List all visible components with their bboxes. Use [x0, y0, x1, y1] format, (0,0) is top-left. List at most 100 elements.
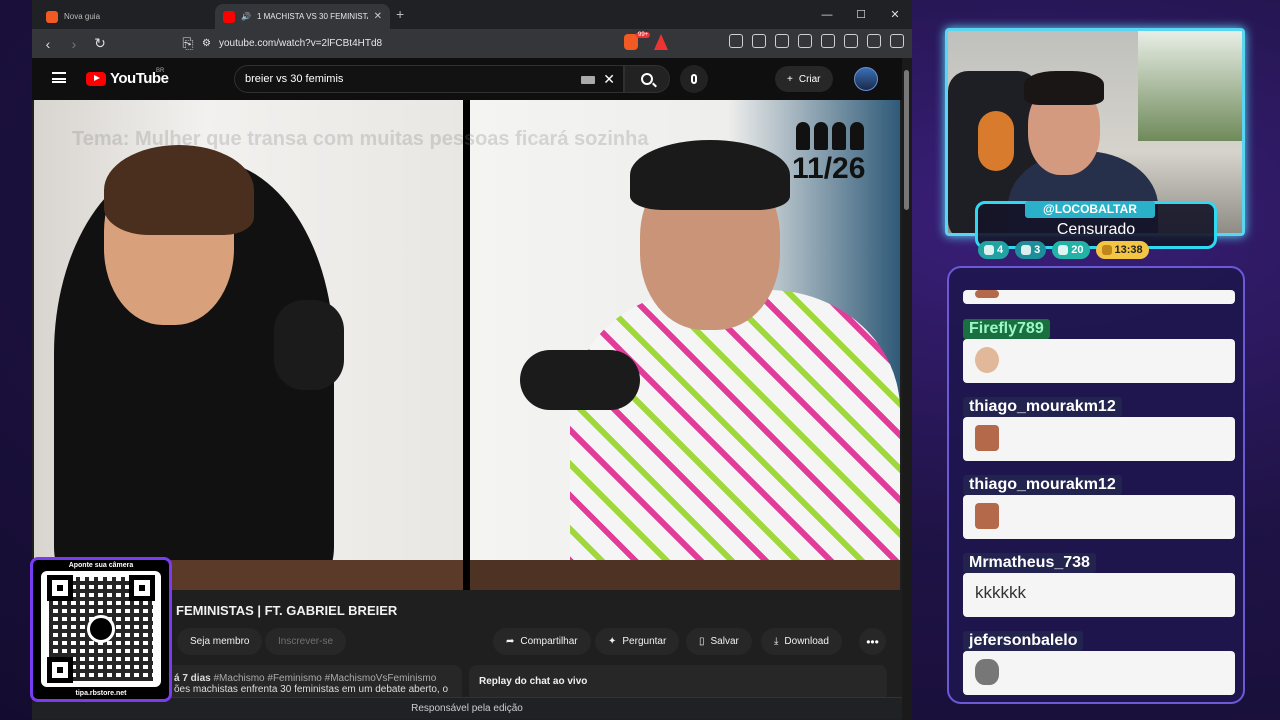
create-label: Criar [798, 73, 821, 85]
qr-finder [47, 575, 73, 601]
youtube-play-icon [86, 71, 106, 86]
chat-bubble [963, 290, 1235, 304]
save-button[interactable]: ▯ Salvar [686, 628, 752, 655]
streamer-handle: @LOCOBALTAR [1025, 201, 1155, 218]
streamer-hair [1024, 71, 1104, 105]
video-topic-overlay: Tema: Mulher que transa com muitas pesso… [72, 128, 649, 150]
sparkle-icon: ✦ [608, 636, 617, 647]
gaming-chair-accent [978, 111, 1014, 171]
speaker-left-hair [104, 145, 254, 235]
qr-finder [47, 657, 73, 683]
close-window-button[interactable]: ✕ [878, 0, 912, 29]
stream-stats: 4 3 20 13:38 [978, 241, 1149, 259]
chat-username: thiago_mourakm12 [963, 397, 1122, 417]
stat-value: 13:38 [1114, 244, 1143, 256]
share-button[interactable]: ➦ Compartilhar [493, 628, 591, 655]
video-left-panel [34, 100, 463, 590]
clear-search-icon[interactable]: ✕ [603, 71, 615, 88]
minimize-button[interactable]: — [810, 0, 844, 29]
chat-bubble [963, 339, 1235, 383]
download-icon: ⤓ [774, 636, 779, 647]
subscribe-button[interactable]: Inscrever-se [265, 628, 347, 655]
create-button[interactable]: + Criar [775, 66, 833, 92]
chat-replay-header[interactable]: Replay do chat ao vivo [469, 665, 887, 701]
qr-logo-icon [87, 615, 115, 643]
leo-ai-icon[interactable] [844, 34, 858, 48]
chat-message: jefersonbalelo [963, 631, 1235, 695]
more-icon: ••• [866, 634, 879, 649]
video-player[interactable]: Tema: Mulher que transa com muitas pesso… [34, 100, 900, 590]
stat-value: 4 [997, 244, 1004, 256]
wallet-icon[interactable] [821, 34, 835, 48]
chat-bubble: kkkkkk [963, 573, 1235, 617]
join-button[interactable]: Seja membro [177, 628, 263, 655]
chat-username: jefersonbalelo [963, 631, 1084, 651]
brave-icon [46, 10, 58, 23]
speaker-right [570, 290, 900, 590]
tab-label: 1 MACHISTA VS 30 FEMINISTAS | FT... [256, 12, 368, 21]
search-icon [641, 73, 653, 85]
url-text[interactable]: youtube.com/watch?v=2lFCBt4HTd8 [219, 38, 382, 49]
youtube-favicon-icon [223, 10, 235, 23]
sidebar-icon[interactable] [798, 34, 812, 48]
tab-new[interactable]: Nova guia [38, 4, 212, 29]
save-icon: ▯ [699, 636, 705, 647]
audio-icon[interactable]: 🔊 [241, 12, 251, 21]
extensions-icon[interactable] [729, 34, 743, 48]
chat-bubble [963, 417, 1235, 461]
account-avatar[interactable] [854, 67, 878, 91]
qr-top-label: Aponte sua câmera [68, 562, 134, 569]
download-button[interactable]: ⤓ Download [761, 628, 842, 655]
chat-icon [984, 245, 994, 255]
keyboard-icon[interactable] [581, 76, 595, 84]
search-button[interactable] [624, 65, 670, 93]
subscribe-label: Inscrever-se [278, 636, 334, 647]
chat-username: Mrmatheus_738 [963, 553, 1096, 573]
emote-icon [975, 290, 999, 298]
scrollbar-thumb[interactable] [904, 70, 909, 210]
search-value[interactable]: breier vs 30 femimis [245, 73, 343, 85]
cam-window [1138, 31, 1242, 141]
bookmark-icon[interactable]: ⎘ [180, 35, 196, 52]
hamburger-menu-icon[interactable] [52, 72, 66, 83]
podcast-microphone [274, 300, 344, 390]
qr-finder [129, 575, 155, 601]
region-label: BR [156, 68, 165, 74]
music-icon[interactable] [775, 34, 789, 48]
back-button[interactable]: ‹ [40, 36, 56, 52]
browser-toolbar: ‹ › ↻ ⎘ ⚙ youtube.com/watch?v=2lFCBt4HTd… [32, 29, 912, 58]
stat-chat: 4 [978, 241, 1010, 259]
chat-message: thiago_mourakm12 [963, 475, 1235, 539]
tab-bar: Nova guia 🔊 1 MACHISTA VS 30 FEMINISTAS … [32, 0, 912, 29]
ask-button[interactable]: ✦ Perguntar [595, 628, 680, 655]
voice-search-button[interactable] [680, 65, 708, 93]
search-input[interactable]: breier vs 30 femimis ✕ [234, 65, 624, 93]
hashtags[interactable]: #Machismo #Feminismo #MachismoVsFeminism… [213, 673, 436, 684]
maximize-button[interactable]: ☐ [844, 0, 878, 29]
stat-value: 20 [1071, 244, 1084, 256]
page-scrollbar[interactable] [902, 58, 912, 720]
table [470, 560, 900, 590]
more-actions-button[interactable]: ••• [859, 628, 886, 655]
forward-button[interactable]: › [66, 36, 82, 52]
menu-icon[interactable] [890, 34, 904, 48]
podcast-microphone [520, 350, 640, 410]
window-controls: — ☐ ✕ [810, 0, 912, 29]
vpn-icon[interactable] [867, 34, 881, 48]
close-tab-icon[interactable]: ✕ [374, 11, 382, 22]
ask-label: Perguntar [622, 636, 667, 647]
stat-time: 13:38 [1095, 241, 1149, 259]
reload-button[interactable]: ↻ [92, 35, 108, 52]
chat-message: Firefly789 [963, 319, 1235, 383]
tab-label: Nova guia [64, 12, 101, 21]
stat-youtube: 3 [1015, 241, 1047, 259]
plus-icon: + [787, 73, 793, 85]
tab-youtube[interactable]: 🔊 1 MACHISTA VS 30 FEMINISTAS | FT... ✕ [215, 4, 390, 29]
screenshot-icon[interactable] [752, 34, 766, 48]
new-tab-button[interactable]: + [396, 6, 404, 22]
clock-icon [1101, 245, 1112, 255]
qr-code-card: Aponte sua câmera tipa.rbstore.net [30, 557, 172, 702]
site-info-icon[interactable]: ⚙ [202, 38, 211, 49]
speaker-right-hair [630, 140, 790, 210]
download-label: Download [784, 636, 829, 647]
